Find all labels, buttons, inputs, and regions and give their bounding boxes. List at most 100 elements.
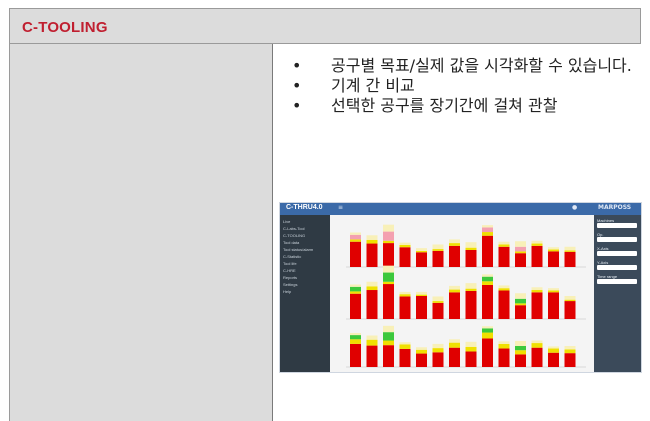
chart-bar-segment (432, 301, 444, 303)
app-filter-field (597, 223, 637, 228)
chart-bar-segment (531, 343, 543, 348)
chart-bar-segment (383, 325, 394, 333)
chart-bar-segment (416, 347, 427, 350)
chart-bar-segment (432, 244, 444, 250)
chart-bar-segment (482, 332, 493, 339)
chart-bar-segment (515, 241, 526, 247)
chart-bar-segment (432, 348, 444, 353)
chart-bar-segment (465, 341, 477, 347)
app-sidebar-item: C-HRE (283, 268, 296, 273)
app-brand: C-THRU4.0 (286, 204, 323, 211)
chart-bar-segment (482, 276, 493, 282)
chart-bar-segment (432, 302, 444, 319)
chart-bar-segment (399, 242, 411, 245)
chart-bar-segment (399, 247, 411, 267)
chart-bar-segment (383, 340, 394, 346)
chart-bar-segment (350, 241, 361, 267)
chart-bar-segment (548, 249, 559, 252)
app-sidebar-item: Tool status/alarm (283, 247, 314, 252)
chart-bar-segment (350, 343, 361, 367)
app-filter-field (597, 237, 637, 242)
chart-bar-segment (482, 338, 493, 367)
chart-bar-segment (350, 332, 361, 336)
chart-bar-segment (449, 342, 460, 348)
chart-bar-segment (482, 326, 493, 329)
chart-bar-segment (366, 239, 378, 244)
chart-bar-segment (399, 291, 411, 295)
app-sidebar-item: Tool data (283, 240, 300, 245)
chart-bar-segment (531, 347, 543, 367)
chart-bar-segment (548, 292, 559, 319)
chart-bar-segment (432, 249, 444, 251)
chart-bar-segment (449, 339, 460, 343)
app-sidebar-item: Help (283, 289, 292, 294)
chart-bar-segment (564, 349, 576, 354)
chart-bar-segment (465, 346, 477, 352)
chart-bar-segment (564, 250, 576, 252)
app-filter-field (597, 279, 637, 284)
chart-bar-segment (498, 343, 510, 349)
chart-bar-segment (399, 348, 411, 367)
chart-bar-segment (416, 252, 427, 267)
chart-bar-segment (383, 240, 394, 244)
chart-bar-segment (416, 349, 427, 354)
feature-text: 기계 간 비교 (331, 76, 415, 95)
app-screenshot: C-THRU4.0 ≡ ● MARPOSS Live C-Labs-Tool C-T… (279, 202, 642, 373)
chart-bar-segment (548, 288, 559, 291)
chart-bar-segment (482, 284, 493, 319)
chart-bar-segment (383, 345, 394, 367)
chart-bar-segment (416, 353, 427, 367)
chart-bar-segment (465, 247, 477, 250)
feature-list: • 공구별 목표/실제 값을 시각화할 수 있습니다. • 기계 간 비교 • 선택한… (273, 56, 635, 116)
chart-bar-segment (498, 348, 510, 367)
feature-item: • 기계 간 비교 (273, 76, 635, 95)
chart-bar-segment (449, 243, 460, 246)
user-icon: ● (572, 204, 578, 211)
chart-bar-segment (515, 354, 526, 367)
chart-bar-segment (515, 303, 526, 306)
chart-bar-segment (416, 294, 427, 296)
app-filter-field (597, 265, 637, 270)
chart-bar-segment (350, 291, 361, 294)
chart-bar-segment (449, 285, 460, 290)
chart-bar-segment (515, 346, 526, 351)
chart-bar-segment (564, 346, 576, 350)
chart-bar-segment (498, 288, 510, 291)
chart-bar-segment (366, 286, 378, 291)
chart-bar-segment (531, 290, 543, 293)
chart-bar-segment (399, 344, 411, 349)
chart-bar-segment (515, 305, 526, 319)
chart-bar-segment (531, 240, 543, 244)
chart-bar-segment (399, 296, 411, 319)
chart-bar-segment (416, 248, 427, 251)
chart-bar-segment (383, 265, 394, 273)
chart-bar-segment (383, 332, 394, 341)
chart-bar-segment (432, 250, 444, 267)
chart-bar-segment (366, 345, 378, 367)
chart-bar-segment (383, 284, 394, 319)
chart-bar-segment (366, 335, 378, 340)
chart-bar-segment (449, 245, 460, 267)
feature-text: 선택한 공구를 장기간에 걸쳐 관찰 (331, 96, 558, 115)
chart-bar-segment (482, 227, 493, 233)
bullet-icon: • (292, 76, 302, 95)
app-sidebar-item: C-TOOLING (283, 233, 306, 238)
chart-bar-segment (416, 250, 427, 253)
app-filter-panel: Machines Op. X-Axis Y-Axis Time range (594, 215, 641, 372)
chart-bar-segment (449, 292, 460, 319)
app-filter-field (597, 251, 637, 256)
chart-bar-segment (498, 246, 510, 267)
card-title: C-TOOLING (22, 19, 108, 36)
bullet-icon: • (292, 56, 302, 75)
chart-bar-segment (548, 290, 559, 293)
chart-bar-segment (350, 239, 361, 242)
chart-bar-segment (465, 283, 477, 289)
chart-bar-segment (383, 281, 394, 285)
chart-bar-segment (350, 339, 361, 344)
chart-bar-segment (548, 352, 559, 367)
chart-bar-segment (548, 247, 559, 250)
chart-bar-segment (399, 294, 411, 297)
app-sidebar-item: Reports (283, 275, 298, 280)
chart-bar-segment (498, 241, 510, 245)
marposs-logo: MARPOSS (598, 204, 632, 211)
